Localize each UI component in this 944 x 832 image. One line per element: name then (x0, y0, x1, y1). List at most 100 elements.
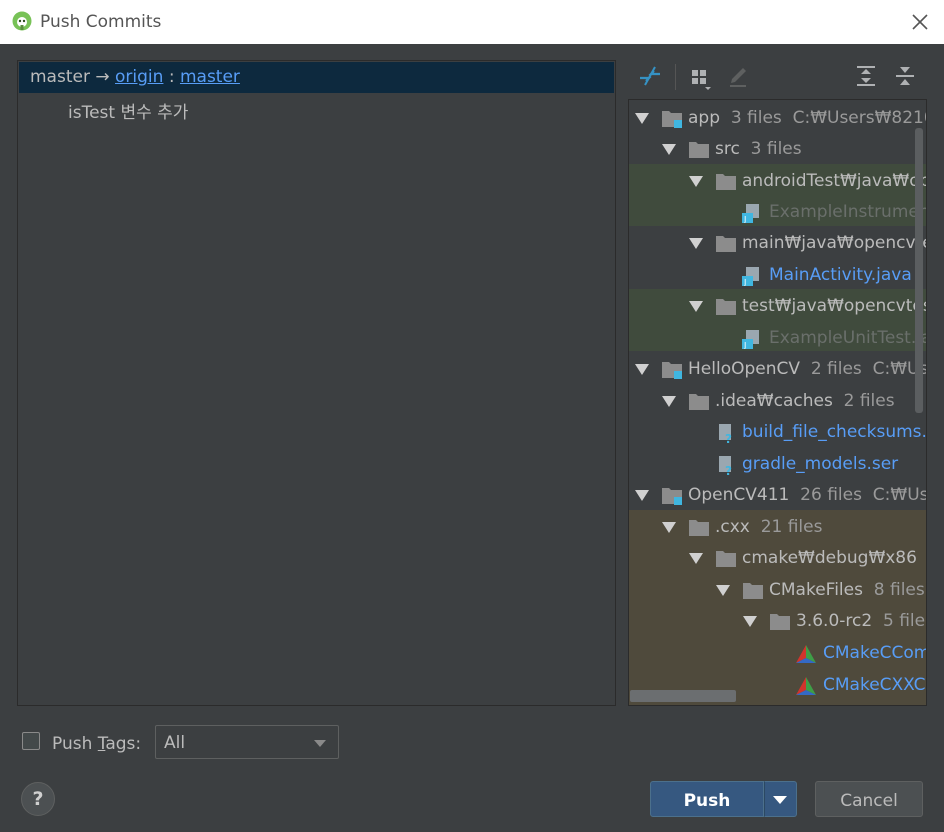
changes-toolbar (628, 60, 928, 96)
folder-icon (716, 236, 736, 252)
tree-node-label: test₩java₩opencvtest₩ (742, 296, 926, 316)
folder-icon (689, 394, 709, 410)
svg-text:?: ? (725, 464, 732, 475)
close-icon[interactable] (904, 8, 934, 36)
tree-node-cmakefiles[interactable]: CMakeFiles 8 files (629, 575, 926, 606)
tree-file-label: ExampleInstrumenta (769, 202, 926, 222)
tree-node-label: app (688, 108, 720, 128)
cmake-file-icon (796, 645, 816, 663)
push-spec-row[interactable]: master → origin : master (19, 62, 614, 93)
tree-node-opencv411[interactable]: OpenCV411 26 files C:₩User (629, 480, 927, 511)
tree-node-test[interactable]: test₩java₩opencvtest₩ (629, 291, 926, 322)
tree-node-helloopencv[interactable]: HelloOpenCV 2 files C:₩Use (629, 354, 926, 385)
horizontal-scrollbar[interactable] (630, 690, 736, 702)
tree-node-label: androidTest₩java₩ope (742, 171, 927, 191)
java-file-icon: J (742, 267, 759, 286)
tree-node-label: src (715, 139, 740, 159)
android-studio-logo-icon (12, 11, 32, 31)
diff-arrows-icon[interactable] (636, 62, 664, 90)
tags-select-value: All (164, 733, 186, 753)
module-folder-icon (662, 488, 682, 505)
tree-node-3-6-0-rc2[interactable]: 3.6.0-rc2 5 files (629, 606, 926, 637)
cancel-button-label: Cancel (840, 791, 898, 811)
svg-text:J: J (743, 215, 746, 223)
cmake-file-icon (796, 677, 816, 695)
tree-file-build-file-checksums[interactable]: ? build_file_checksums.ser (629, 417, 927, 448)
svg-text:?: ? (725, 432, 732, 443)
chevron-down-icon (314, 740, 326, 747)
push-button[interactable]: Push (650, 781, 764, 817)
remote-branch-link[interactable]: master (180, 67, 240, 87)
help-button[interactable]: ? (21, 782, 55, 816)
collapse-all-icon[interactable] (891, 62, 919, 90)
folder-icon (716, 299, 736, 315)
java-file-icon: J (742, 330, 759, 349)
remote-link[interactable]: origin (115, 67, 163, 87)
tree-node-label: main₩java₩opencvtest (742, 233, 926, 253)
tree-file-exampleunittest[interactable]: J ExampleUnitTest.java (629, 323, 926, 354)
chevron-down-icon (773, 796, 787, 804)
local-branch-label: master (30, 67, 90, 87)
tree-file-label: gradle_models.ser (742, 454, 899, 474)
edit-icon[interactable] (724, 62, 752, 90)
file-count: 21 files (760, 517, 823, 537)
expand-arrow-icon[interactable] (635, 113, 649, 124)
folder-icon (716, 174, 736, 190)
push-tags-checkbox[interactable] (22, 732, 40, 750)
tree-file-gradle-models[interactable]: ? gradle_models.ser (629, 449, 926, 480)
changed-files-tree: app 3 files C:₩Users₩82105 src 3 files a… (628, 99, 927, 706)
expand-arrow-icon[interactable] (689, 238, 703, 249)
title-bar: Push Commits (0, 0, 944, 44)
tree-file-label: build_file_checksums.ser (742, 422, 927, 442)
expand-arrow-icon[interactable] (689, 553, 703, 564)
folder-icon (743, 583, 763, 599)
push-button-label: Push (683, 791, 731, 811)
tree-node-label: OpenCV411 (688, 485, 790, 505)
group-by-icon[interactable] (686, 62, 714, 90)
expand-arrow-icon[interactable] (743, 616, 757, 627)
folder-icon (716, 551, 736, 567)
expand-arrow-icon[interactable] (635, 490, 649, 501)
folder-icon (689, 142, 709, 158)
expand-arrow-icon[interactable] (689, 301, 703, 312)
tree-file-exampleinstrumented[interactable]: J ExampleInstrumenta (629, 197, 926, 228)
file-count: 26 files (800, 485, 862, 505)
file-count: 3 files (730, 108, 782, 128)
cancel-button[interactable]: Cancel (815, 781, 923, 817)
tree-node-main[interactable]: main₩java₩opencvtest (629, 228, 926, 259)
expand-arrow-icon[interactable] (635, 364, 649, 375)
tree-file-label: CMakeCXXCo (823, 675, 927, 695)
expand-arrow-icon[interactable] (716, 585, 730, 596)
commit-item[interactable]: isTest 변수 추가 (68, 98, 188, 123)
tree-node-app[interactable]: app 3 files C:₩Users₩82105 (629, 103, 926, 134)
tree-node-label: 3.6.0-rc2 (796, 611, 873, 631)
module-folder-icon (662, 362, 682, 379)
expand-arrow-icon[interactable] (689, 176, 703, 187)
tags-select[interactable]: All (155, 725, 339, 759)
expand-arrow-icon[interactable] (662, 396, 676, 407)
file-count: 2 files (843, 391, 895, 411)
window-title: Push Commits (40, 12, 162, 32)
unknown-file-icon: ? (719, 456, 732, 475)
tree-node-src[interactable]: src 3 files (629, 134, 926, 165)
remote-separator: : (168, 67, 175, 87)
tree-node-cxx[interactable]: .cxx 21 files (629, 512, 926, 543)
tree-node-label: cmake₩debug₩x86 (742, 548, 917, 568)
tree-node-idea-caches[interactable]: .idea₩caches 2 files (629, 386, 926, 417)
file-count: 8 files (873, 580, 925, 600)
commits-panel: master → origin : master isTest 변수 추가 (17, 60, 616, 706)
file-count: 5 files (882, 611, 926, 631)
module-path: C:₩User (872, 485, 927, 505)
expand-arrow-icon[interactable] (662, 144, 676, 155)
vertical-scrollbar[interactable] (915, 128, 923, 413)
tree-node-androidtest[interactable]: androidTest₩java₩ope (629, 166, 927, 197)
tree-file-mainactivity[interactable]: J MainActivity.java (629, 260, 926, 291)
tree-file-label: MainActivity.java (769, 265, 912, 285)
tree-file-cmakeccompiler[interactable]: CMakeCCom (629, 638, 927, 669)
tree-node-cmake-debug-x86[interactable]: cmake₩debug₩x86 20 (629, 543, 926, 574)
tree-file-label: CMakeCCom (823, 643, 927, 663)
expand-arrow-icon[interactable] (662, 522, 676, 533)
push-options-dropdown[interactable] (764, 781, 797, 817)
toolbar-separator (675, 64, 676, 90)
expand-all-icon[interactable] (852, 62, 880, 90)
